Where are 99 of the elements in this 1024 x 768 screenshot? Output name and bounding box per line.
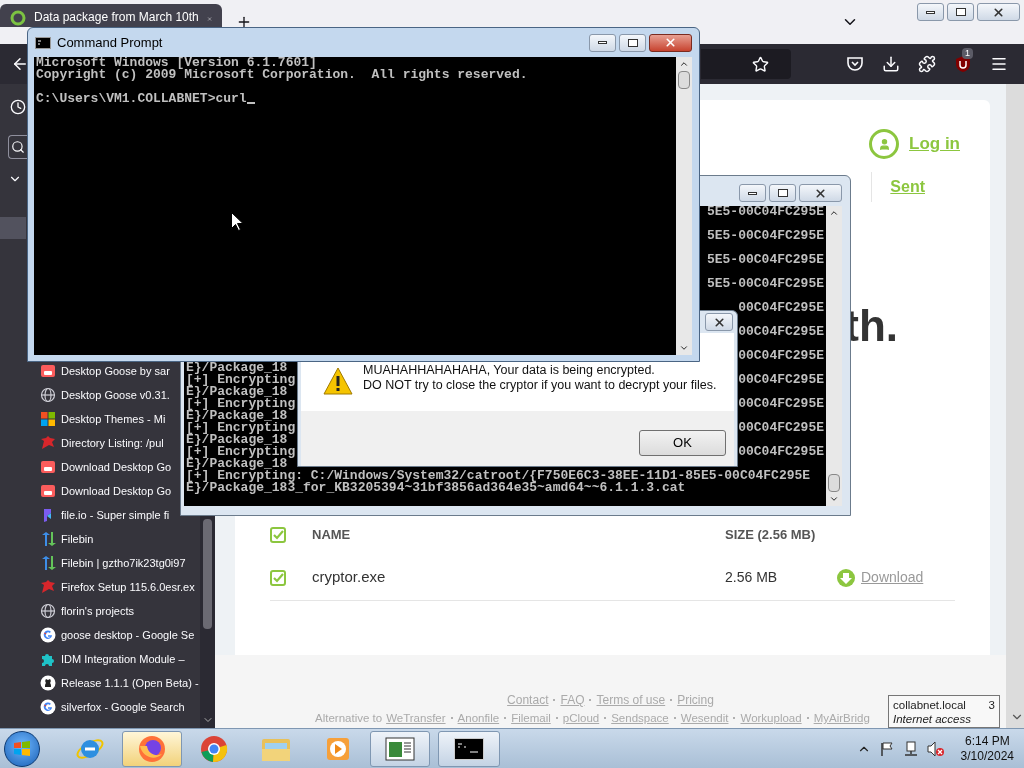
taskbar-app[interactable] — [438, 730, 500, 767]
extension-badge: 1 — [962, 48, 973, 59]
terminal-icon — [454, 737, 484, 760]
download-icon[interactable] — [882, 55, 900, 73]
flag-logo-icon — [13, 739, 31, 758]
maximize-button[interactable] — [769, 184, 796, 202]
ok-button[interactable]: OK — [639, 430, 726, 456]
shield-icon[interactable] — [954, 55, 972, 73]
history-item[interactable]: Directory Listing: /pul — [0, 431, 179, 455]
column-header: NAME — [312, 526, 352, 545]
storefront-icon — [40, 363, 56, 379]
storefront-icon — [40, 483, 56, 499]
history-item[interactable]: Desktop Themes - Mi — [0, 407, 179, 431]
globe-icon — [40, 603, 56, 619]
up-down-arrows-icon — [40, 555, 56, 571]
file-name: cryptor.exe — [312, 555, 725, 601]
dialog-message: DO NOT try to close the cryptor if you want to decrypt your files. — [363, 378, 717, 393]
scroll-down-icon[interactable] — [679, 343, 689, 353]
puzzle-icon — [40, 651, 56, 667]
warning-icon — [323, 367, 353, 395]
up-down-arrows-icon — [40, 531, 56, 547]
window-icon — [385, 736, 415, 761]
restore-button[interactable] — [947, 3, 974, 21]
storefront-icon — [40, 459, 56, 475]
window-title: Command Prompt — [57, 33, 163, 52]
maximize-button[interactable] — [619, 33, 646, 52]
close-button[interactable] — [649, 33, 692, 52]
network-icon[interactable] — [902, 740, 919, 757]
history-item[interactable]: silverfox - Google Search — [0, 695, 200, 719]
dragon-icon — [40, 435, 56, 451]
new-tab-icon[interactable] — [236, 14, 252, 30]
scroll-up-icon[interactable] — [829, 208, 839, 218]
terminal-icon — [35, 36, 51, 49]
clock-time[interactable]: 6:14 PM — [964, 733, 1010, 749]
history-item[interactable]: Desktop Goose by sar — [0, 359, 179, 383]
history-item[interactable]: Desktop Goose v0.31. — [0, 383, 179, 407]
clock-date[interactable]: 3/10/2024 — [960, 748, 1014, 764]
close-icon — [992, 5, 1005, 19]
globe-icon — [40, 387, 56, 403]
close-icon — [814, 186, 827, 200]
history-item[interactable]: Release 1.1.1 (Open Beta) - — [0, 671, 200, 695]
console-scrollbar[interactable] — [826, 206, 842, 506]
dragon-icon — [40, 579, 56, 595]
bookmark-star-icon[interactable] — [752, 55, 769, 73]
page-scrollbar[interactable] — [1006, 84, 1024, 728]
history-item[interactable]: IDM Integration Module – — [0, 647, 200, 671]
file-size: 2.56 MB — [725, 555, 837, 601]
history-item[interactable]: florin's projects — [0, 599, 200, 623]
address-field[interactable] — [701, 49, 791, 79]
minimize-button[interactable] — [589, 33, 616, 52]
checkbox[interactable] — [270, 569, 286, 586]
close-button[interactable] — [799, 184, 842, 202]
close-icon — [664, 36, 677, 49]
browser-tab[interactable]: Data package from March 10th — [0, 4, 222, 27]
history-item[interactable]: Firefox Setup 115.6.0esr.ex — [0, 575, 200, 599]
tab-title: Data package from March 10th — [34, 9, 199, 26]
scroll-up-icon[interactable] — [679, 59, 689, 69]
tooltip-count: 3 — [988, 697, 995, 712]
shield-pocket-icon[interactable] — [846, 55, 864, 73]
history-item[interactable]: Filebin — [0, 527, 200, 551]
close-icon — [712, 315, 726, 329]
tooltip-status: Internet access — [893, 711, 972, 726]
dialog-message: MUAHAHHAHAHAHA, Your data is being encrypted. — [363, 363, 656, 378]
column-header: SIZE (2.56 MB) — [725, 526, 817, 545]
extensions-icon[interactable] — [918, 55, 936, 73]
back-icon[interactable] — [11, 55, 29, 73]
four-squares-icon — [40, 411, 56, 427]
history-item[interactable]: goose desktop - Google Se — [0, 623, 200, 647]
scrollbar-thumb[interactable] — [678, 71, 690, 89]
cat-silhouette-icon — [40, 675, 56, 691]
menu-icon[interactable] — [990, 55, 1008, 73]
console-scrollbar[interactable] — [676, 57, 692, 355]
g-logo-icon — [40, 699, 56, 715]
minimize-button[interactable] — [917, 3, 944, 21]
clock-icon[interactable] — [10, 99, 26, 115]
history-item[interactable]: file.io - Super simple fi — [0, 503, 179, 527]
checkbox[interactable] — [270, 527, 286, 543]
mouse-pointer-icon — [231, 212, 243, 231]
alternatives-label: Alternative to — [315, 711, 383, 726]
speaker-icon[interactable] — [926, 740, 945, 757]
search-icon — [11, 140, 25, 154]
scroll-down-icon[interactable] — [829, 494, 839, 504]
history-item[interactable]: Download Desktop Go — [0, 455, 179, 479]
console-output: Microsoft Windows [Version 6.1.7601] Copyright (c) 2009 Microsoft Corporation. All rights reserved. C:\Users\VM1.COLLABNET>curl — [34, 57, 676, 355]
start-button[interactable] — [4, 730, 40, 767]
g-logo-icon — [40, 627, 56, 643]
flag-icon[interactable] — [878, 740, 895, 757]
chrome-logo-icon — [199, 733, 229, 764]
close-button[interactable] — [705, 313, 733, 331]
scrollbar-thumb[interactable] — [203, 519, 212, 629]
history-item[interactable]: Filebin | gztho7ik23tg0i97 — [0, 551, 200, 575]
scrollbar-thumb[interactable] — [828, 474, 840, 492]
close-button[interactable] — [977, 3, 1020, 21]
tooltip-title: collabnet.local — [893, 697, 966, 712]
fox-globe-icon — [137, 733, 167, 764]
history-item[interactable]: Download Desktop Go — [0, 479, 179, 503]
scrollbar[interactable] — [200, 516, 215, 728]
ring-icon — [10, 10, 26, 26]
minimize-button[interactable] — [739, 184, 766, 202]
